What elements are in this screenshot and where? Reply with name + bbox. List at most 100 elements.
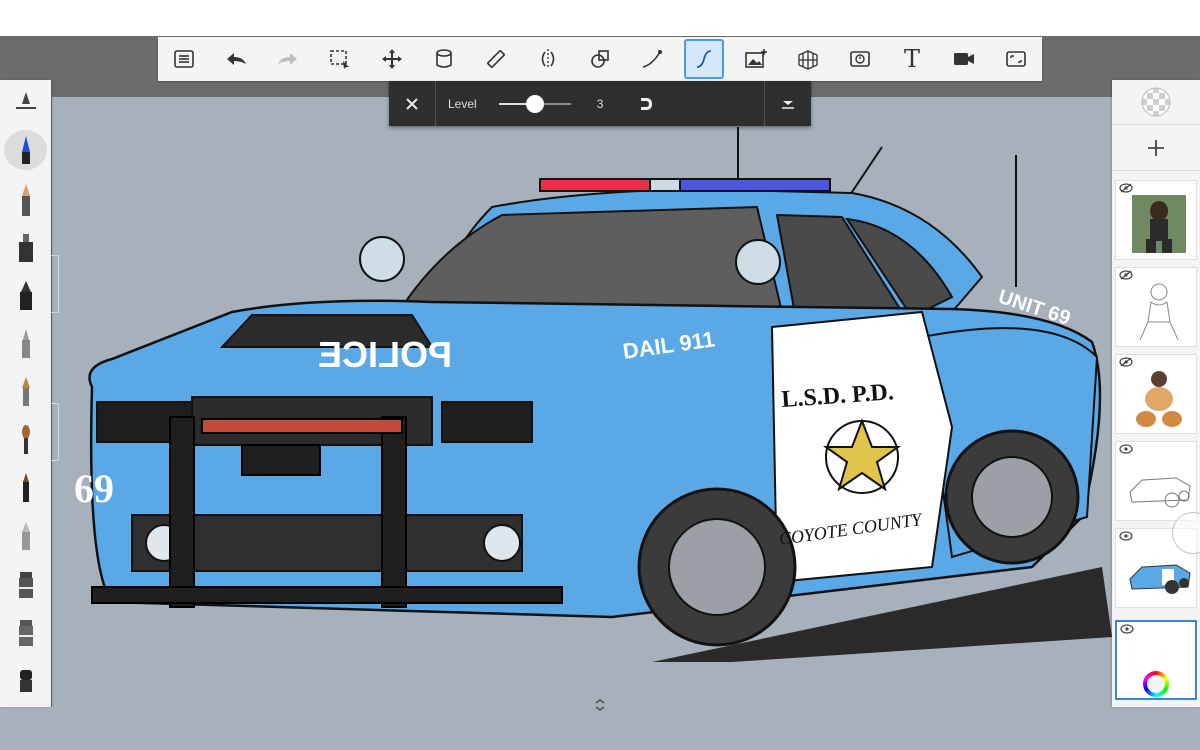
fill-button[interactable]	[424, 39, 464, 79]
fine-liner-icon	[21, 329, 30, 358]
inking-pen-button[interactable]	[4, 276, 47, 316]
level-slider[interactable]	[498, 94, 571, 114]
level-label: Level	[448, 96, 477, 111]
add-layer-button[interactable]	[1112, 126, 1200, 171]
status-strip	[0, 0, 1200, 36]
redo-icon	[278, 53, 297, 65]
redo-button[interactable]	[268, 39, 308, 79]
menu-button[interactable]	[164, 39, 204, 79]
add-image-button[interactable]	[736, 39, 776, 79]
magnet-button[interactable]	[631, 89, 661, 119]
perspective-icon	[798, 50, 818, 70]
eraser-button[interactable]	[4, 660, 47, 700]
paint-brush-icon	[21, 425, 30, 454]
ballpoint-pen-button[interactable]	[4, 130, 47, 170]
fullscreen-icon	[1006, 51, 1026, 67]
flat-marker-icon	[18, 620, 33, 646]
level-value: 3	[596, 96, 604, 111]
pencil-icon	[21, 184, 30, 216]
popup-dropdown-button[interactable]	[764, 81, 811, 126]
ruler-icon	[487, 50, 505, 68]
brush-panel	[0, 80, 51, 707]
slider-thumb[interactable]	[525, 94, 544, 113]
symmetry-button[interactable]	[528, 39, 568, 79]
windshield	[400, 205, 784, 314]
number-text: 69	[74, 466, 114, 511]
rim-rear	[971, 456, 1053, 538]
eraser-icon	[19, 670, 32, 692]
color-wheel-button[interactable]	[1143, 671, 1169, 697]
eye-icon[interactable]	[1120, 624, 1134, 634]
close-icon	[406, 97, 418, 110]
checkerboard-icon	[1141, 87, 1171, 117]
chevron-expand-icon[interactable]	[592, 697, 608, 713]
brush-opacity-handle[interactable]	[51, 403, 59, 461]
transform-icon	[382, 49, 402, 69]
layer-1[interactable]	[1115, 180, 1197, 260]
ruler-button[interactable]	[476, 39, 516, 79]
car-drawing[interactable]: POLICE DAIL 911 L.S.D. P.D. COYOTE COUNT…	[52, 97, 1112, 707]
inking-pen-icon	[19, 281, 32, 310]
layer-thumbnail	[1136, 371, 1182, 427]
push-bar-post	[381, 416, 407, 608]
close-popup-button[interactable]	[389, 81, 436, 126]
canvas-bottom	[0, 707, 1200, 750]
symmetry-icon	[541, 49, 555, 69]
chisel-marker-button[interactable]	[4, 564, 47, 604]
level-popup: Level 3	[389, 81, 811, 126]
add-image-icon	[745, 49, 767, 68]
time-lapse-button[interactable]	[840, 39, 880, 79]
push-bar-plate	[241, 444, 321, 476]
ballpoint-pen-icon	[21, 136, 30, 164]
push-bar-cross	[201, 418, 403, 434]
list-icon	[174, 50, 194, 68]
marker-button[interactable]	[4, 228, 47, 268]
undo-button[interactable]	[216, 39, 256, 79]
push-bar-post	[169, 416, 195, 608]
text-button[interactable]: T	[892, 39, 932, 79]
chisel-marker-icon	[18, 572, 33, 598]
flat-marker-button[interactable]	[4, 612, 47, 652]
undo-icon	[227, 53, 246, 65]
video-button[interactable]	[944, 39, 984, 79]
fine-liner-button[interactable]	[4, 324, 47, 364]
layer-2[interactable]	[1115, 267, 1197, 347]
fill-icon	[436, 49, 452, 68]
brush-settings-button[interactable]	[4, 82, 47, 122]
layer-3[interactable]	[1115, 354, 1197, 434]
transform-button[interactable]	[372, 39, 412, 79]
top-toolbar: T	[158, 37, 1042, 81]
selection-icon	[330, 50, 349, 69]
predictive-stroke-button[interactable]	[684, 39, 724, 79]
layers-panel	[1112, 80, 1200, 707]
layer-thumbnail	[1132, 195, 1186, 253]
fog-light	[483, 524, 521, 562]
magnet-icon	[640, 97, 652, 110]
selection-button[interactable]	[320, 39, 360, 79]
felt-tip-icon	[21, 522, 30, 550]
layer-4[interactable]	[1115, 441, 1197, 521]
spotlight	[735, 239, 781, 285]
perspective-button[interactable]	[788, 39, 828, 79]
fullscreen-button[interactable]	[996, 39, 1036, 79]
layer-background-button[interactable]	[1112, 80, 1200, 125]
airbrush-icon	[22, 473, 29, 502]
brush-size-handle[interactable]	[51, 255, 59, 313]
calligraphy-pen-button[interactable]	[4, 372, 47, 412]
text-icon: T	[903, 45, 920, 73]
brush-settings-icon	[15, 92, 36, 109]
video-icon	[954, 53, 974, 65]
layer-thumbnail	[1129, 477, 1191, 508]
shape-button[interactable]	[580, 39, 620, 79]
headlight-right	[441, 401, 533, 443]
calligraphy-pen-icon	[21, 377, 30, 406]
lightbar-mid	[649, 178, 681, 192]
airbrush-button[interactable]	[4, 468, 47, 508]
paint-brush-button[interactable]	[4, 420, 47, 460]
pencil-button[interactable]	[4, 180, 47, 220]
lightbar-blue	[679, 178, 831, 192]
rim-front	[668, 518, 766, 616]
curve-icon	[642, 50, 662, 68]
felt-tip-button[interactable]	[4, 516, 47, 556]
curve-button[interactable]	[632, 39, 672, 79]
